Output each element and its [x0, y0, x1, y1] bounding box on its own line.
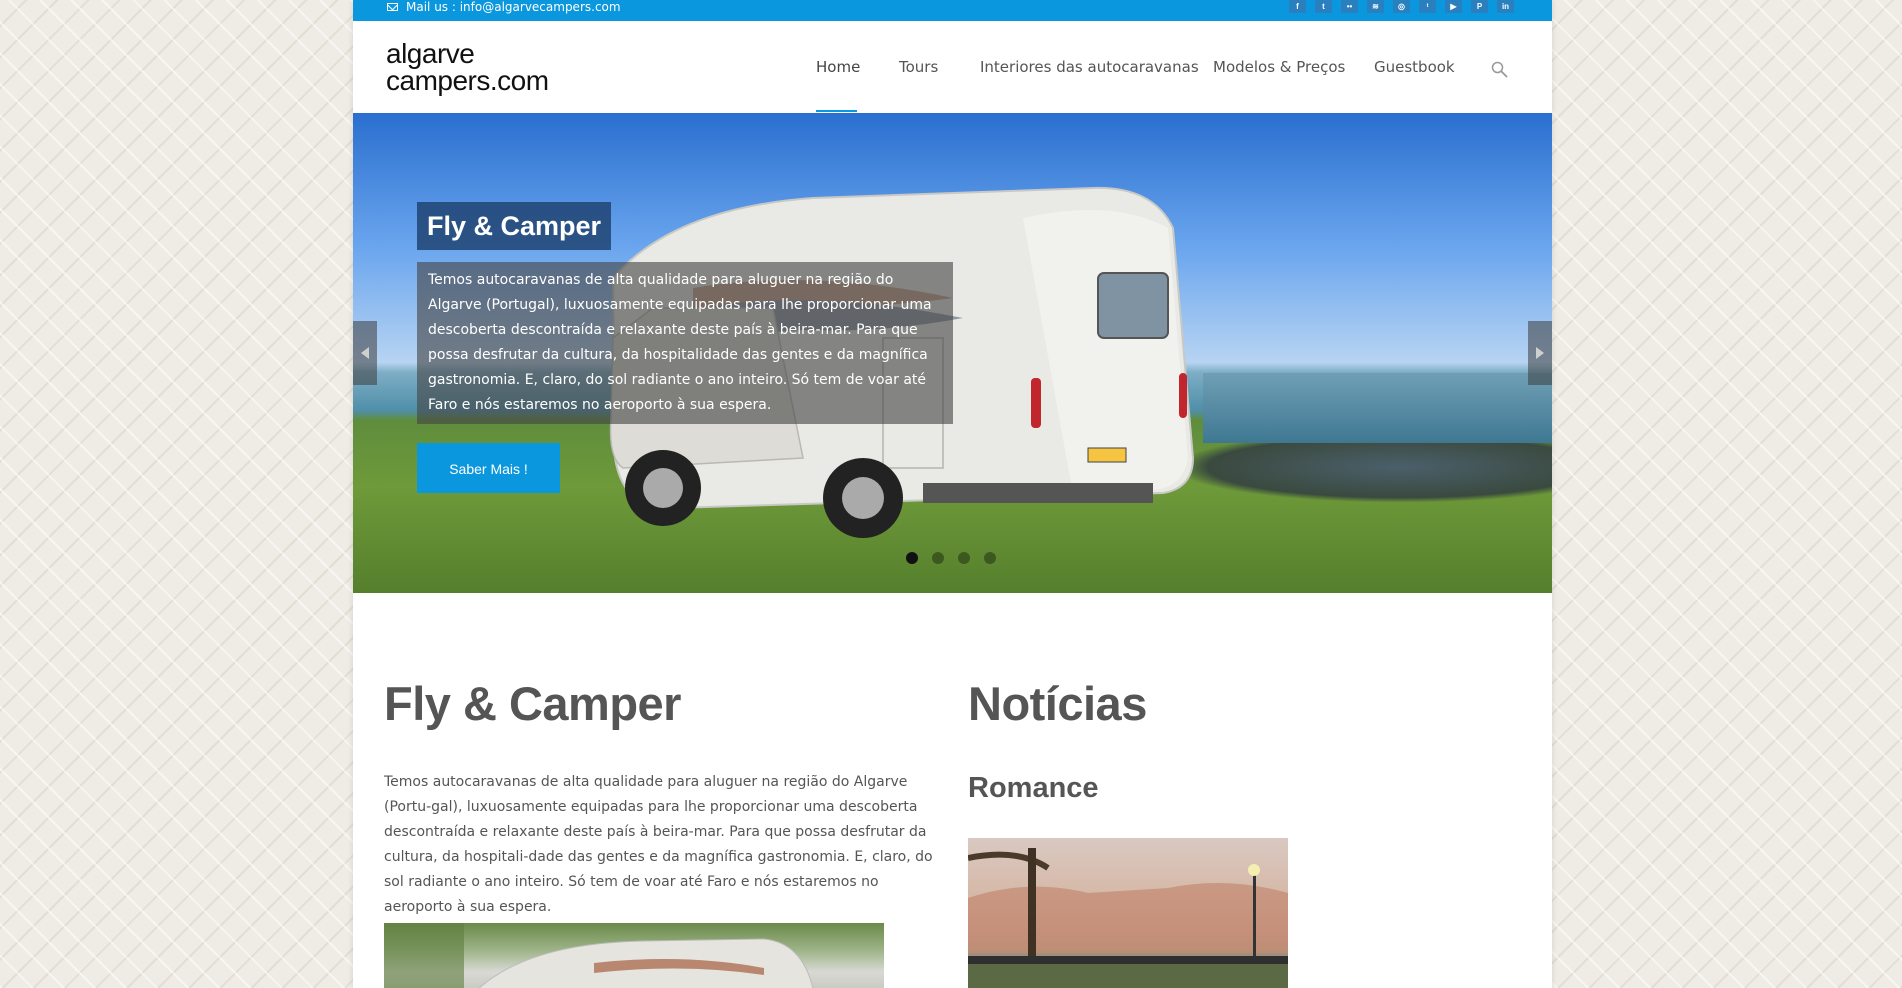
flickr-icon[interactable]: ••	[1341, 0, 1358, 13]
romance-photo[interactable]	[968, 838, 1288, 988]
slider-dot-4[interactable]	[984, 552, 996, 564]
slider-dot-2[interactable]	[932, 552, 944, 564]
slider-prev-button[interactable]	[353, 321, 377, 385]
mail-text: Mail us : info@algarvecampers.com	[406, 0, 621, 14]
slider-pagination	[906, 552, 996, 564]
camper-photo	[384, 923, 884, 988]
nav-item-guestbook[interactable]: Guestbook	[1374, 58, 1455, 76]
chevron-left-icon	[361, 347, 369, 359]
pinterest-icon[interactable]: P	[1471, 0, 1488, 13]
tumblr-icon[interactable]: ᵗ	[1419, 0, 1436, 13]
nav-item-tours[interactable]: Tours	[899, 58, 938, 76]
slider-next-button[interactable]	[1528, 321, 1552, 385]
main-nav: Home Tours Interiores das autocaravanas …	[353, 21, 1552, 113]
slider-dot-1[interactable]	[906, 552, 918, 564]
youtube-icon[interactable]: ▶	[1445, 0, 1462, 13]
envelope-icon	[387, 2, 398, 11]
mail-link[interactable]: Mail us : info@algarvecampers.com	[387, 0, 621, 14]
social-icons: f t •• ≋ ◎ ᵗ ▶ P in	[1289, 0, 1514, 13]
nav-item-interiores[interactable]: Interiores das autocaravanas	[980, 58, 1199, 76]
chevron-right-icon	[1536, 347, 1544, 359]
twitter-icon[interactable]: t	[1315, 0, 1332, 13]
camper-photo-art	[384, 923, 814, 988]
noticias-heading: Notícias	[968, 677, 1147, 730]
instagram-icon[interactable]: ◎	[1393, 0, 1410, 13]
top-bar: Mail us : info@algarvecampers.com f t ••…	[353, 0, 1552, 21]
site-header: algarve campers.com Home Tours Interiore…	[353, 21, 1552, 113]
linkedin-icon[interactable]: in	[1497, 0, 1514, 13]
sea-backdrop	[1203, 373, 1552, 443]
slide-title: Fly & Camper	[417, 202, 612, 250]
slide-description: Temos autocaravanas de alta qualidade pa…	[417, 262, 953, 424]
page: Mail us : info@algarvecampers.com f t ••…	[353, 0, 1552, 988]
nav-active-indicator	[816, 110, 857, 112]
fly-camper-text: Temos autocaravanas de alta qualidade pa…	[384, 774, 933, 915]
slider-dot-3[interactable]	[958, 552, 970, 564]
nav-item-home[interactable]: Home	[816, 58, 860, 76]
nav-item-modelos-precos[interactable]: Modelos & Preços	[1213, 58, 1345, 76]
romance-heading[interactable]: Romance	[968, 772, 1099, 805]
hero-slider: Fly & Camper Temos autocaravanas de alta…	[353, 113, 1552, 593]
search-icon[interactable]	[1491, 61, 1508, 78]
facebook-icon[interactable]: f	[1289, 0, 1306, 13]
rss-icon[interactable]: ≋	[1367, 0, 1384, 13]
fly-camper-heading: Fly & Camper	[384, 677, 681, 730]
lisbon-photo-art	[968, 848, 1288, 988]
saber-mais-button[interactable]: Saber Mais !	[417, 443, 560, 493]
